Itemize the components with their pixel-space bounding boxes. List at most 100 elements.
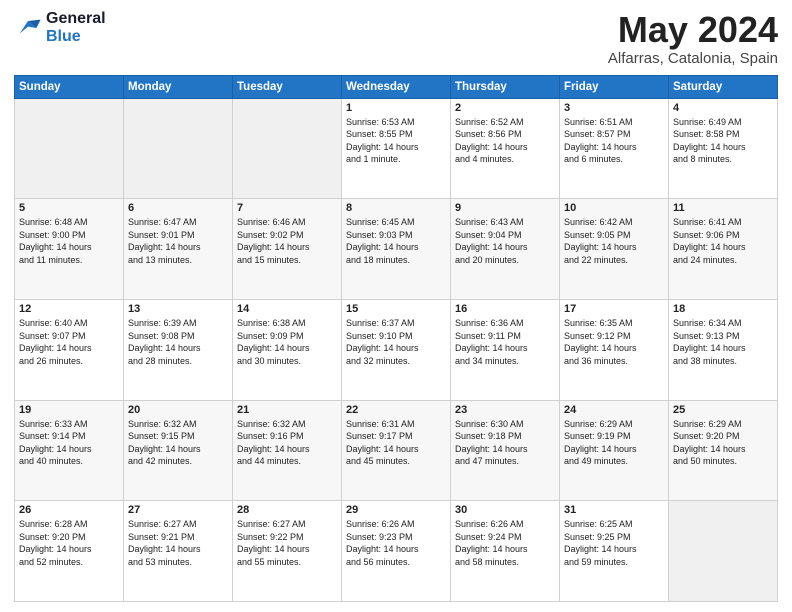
day-number: 21 <box>237 404 337 416</box>
day-info: Sunrise: 6:38 AM Sunset: 9:09 PM Dayligh… <box>237 317 337 367</box>
day-cell: 8 Sunrise: 6:45 AM Sunset: 9:03 PM Daylig… <box>342 199 451 300</box>
day-header-sunday: Sunday <box>15 75 124 98</box>
day-info: Sunrise: 6:32 AM Sunset: 9:15 PM Dayligh… <box>128 418 228 468</box>
day-info: Sunrise: 6:27 AM Sunset: 9:21 PM Dayligh… <box>128 518 228 568</box>
day-cell: 9Sunrise: 6:43 AM Sunset: 9:04 PM Daylig… <box>451 199 560 300</box>
month-title: May 2024 <box>608 10 778 50</box>
logo-text: General Blue <box>46 10 106 45</box>
day-number: 23 <box>455 404 555 416</box>
day-cell: 16Sunrise: 6:36 AM Sunset: 9:11 PM Dayli… <box>451 299 560 400</box>
day-number: 10 <box>564 202 664 214</box>
day-cell: 12 Sunrise: 6:40 AM Sunset: 9:07 PM Dayli… <box>15 299 124 400</box>
day-cell: 24Sunrise: 6:29 AM Sunset: 9:19 PM Dayli… <box>560 400 669 501</box>
day-info: Sunrise: 6:33 AM Sunset: 9:14 PM Dayligh… <box>19 418 119 468</box>
day-number: 19 <box>19 404 119 416</box>
day-info: Sunrise: 6:26 AM Sunset: 9:24 PM Dayligh… <box>455 518 555 568</box>
day-number: 12 <box>19 303 119 315</box>
day-info: Sunrise: 6:26 AM Sunset: 9:23 PM Dayligh… <box>346 518 446 568</box>
day-info: Sunrise: 6:29 AM Sunset: 9:20 PM Dayligh… <box>673 418 773 468</box>
day-header-tuesday: Tuesday <box>233 75 342 98</box>
day-number: 18 <box>673 303 773 315</box>
week-row-2: 12 Sunrise: 6:40 AM Sunset: 9:07 PM Dayli… <box>15 299 778 400</box>
day-number: 22 <box>346 404 446 416</box>
day-header-monday: Monday <box>124 75 233 98</box>
header: General Blue May 2024 Alfarras, Cataloni… <box>14 10 778 67</box>
day-cell: 26Sunrise: 6:28 AM Sunset: 9:20 PM Dayli… <box>15 501 124 602</box>
day-cell: 29 Sunrise: 6:26 AM Sunset: 9:23 PM Dayli… <box>342 501 451 602</box>
day-cell: 17 Sunrise: 6:35 AM Sunset: 9:12 PM Dayli… <box>560 299 669 400</box>
day-number: 28 <box>237 504 337 516</box>
day-cell: 5 Sunrise: 6:48 AM Sunset: 9:00 PM Daylig… <box>15 199 124 300</box>
day-info: Sunrise: 6:28 AM Sunset: 9:20 PM Dayligh… <box>19 518 119 568</box>
day-cell <box>124 98 233 199</box>
logo: General Blue <box>14 10 106 45</box>
day-number: 13 <box>128 303 228 315</box>
day-cell: 31 Sunrise: 6:25 AM Sunset: 9:25 PM Dayli… <box>560 501 669 602</box>
day-info: Sunrise: 6:31 AM Sunset: 9:17 PM Dayligh… <box>346 418 446 468</box>
day-cell: 22 Sunrise: 6:31 AM Sunset: 9:17 PM Dayli… <box>342 400 451 501</box>
day-info: Sunrise: 6:29 AM Sunset: 9:19 PM Dayligh… <box>564 418 664 468</box>
day-number: 15 <box>346 303 446 315</box>
day-info: Sunrise: 6:39 AM Sunset: 9:08 PM Dayligh… <box>128 317 228 367</box>
day-header-friday: Friday <box>560 75 669 98</box>
day-info: Sunrise: 6:30 AM Sunset: 9:18 PM Dayligh… <box>455 418 555 468</box>
day-cell: 13 Sunrise: 6:39 AM Sunset: 9:08 PM Dayli… <box>124 299 233 400</box>
day-cell: 18Sunrise: 6:34 AM Sunset: 9:13 PM Dayli… <box>669 299 778 400</box>
page: General Blue May 2024 Alfarras, Cataloni… <box>0 0 792 612</box>
day-info: Sunrise: 6:36 AM Sunset: 9:11 PM Dayligh… <box>455 317 555 367</box>
location: Alfarras, Catalonia, Spain <box>608 50 778 67</box>
day-number: 17 <box>564 303 664 315</box>
logo-icon <box>14 14 42 42</box>
day-number: 25 <box>673 404 773 416</box>
day-number: 31 <box>564 504 664 516</box>
day-header-saturday: Saturday <box>669 75 778 98</box>
week-row-0: 1 Sunrise: 6:53 AM Sunset: 8:55 PM Daylig… <box>15 98 778 199</box>
day-cell: 19 Sunrise: 6:33 AM Sunset: 9:14 PM Dayli… <box>15 400 124 501</box>
day-cell: 6Sunrise: 6:47 AM Sunset: 9:01 PM Daylig… <box>124 199 233 300</box>
day-number: 27 <box>128 504 228 516</box>
day-header-thursday: Thursday <box>451 75 560 98</box>
day-cell: 28Sunrise: 6:27 AM Sunset: 9:22 PM Dayli… <box>233 501 342 602</box>
day-number: 9 <box>455 202 555 214</box>
day-info: Sunrise: 6:42 AM Sunset: 9:05 PM Dayligh… <box>564 216 664 266</box>
day-info: Sunrise: 6:47 AM Sunset: 9:01 PM Dayligh… <box>128 216 228 266</box>
week-row-3: 19 Sunrise: 6:33 AM Sunset: 9:14 PM Dayli… <box>15 400 778 501</box>
day-number: 11 <box>673 202 773 214</box>
day-cell: 14Sunrise: 6:38 AM Sunset: 9:09 PM Dayli… <box>233 299 342 400</box>
day-info: Sunrise: 6:41 AM Sunset: 9:06 PM Dayligh… <box>673 216 773 266</box>
day-info: Sunrise: 6:32 AM Sunset: 9:16 PM Dayligh… <box>237 418 337 468</box>
day-number: 1 <box>346 102 446 114</box>
day-info: Sunrise: 6:52 AM Sunset: 8:56 PM Dayligh… <box>455 116 555 166</box>
day-cell: 7Sunrise: 6:46 AM Sunset: 9:02 PM Daylig… <box>233 199 342 300</box>
day-info: Sunrise: 6:25 AM Sunset: 9:25 PM Dayligh… <box>564 518 664 568</box>
day-info: Sunrise: 6:45 AM Sunset: 9:03 PM Dayligh… <box>346 216 446 266</box>
day-number: 4 <box>673 102 773 114</box>
day-number: 8 <box>346 202 446 214</box>
day-number: 7 <box>237 202 337 214</box>
day-info: Sunrise: 6:35 AM Sunset: 9:12 PM Dayligh… <box>564 317 664 367</box>
day-cell: 2 Sunrise: 6:52 AM Sunset: 8:56 PM Daylig… <box>451 98 560 199</box>
day-number: 20 <box>128 404 228 416</box>
calendar-header: SundayMondayTuesdayWednesdayThursdayFrid… <box>15 75 778 98</box>
calendar-table: SundayMondayTuesdayWednesdayThursdayFrid… <box>14 75 778 602</box>
day-cell: 25 Sunrise: 6:29 AM Sunset: 9:20 PM Dayli… <box>669 400 778 501</box>
day-cell: 1 Sunrise: 6:53 AM Sunset: 8:55 PM Daylig… <box>342 98 451 199</box>
day-cell: 21 Sunrise: 6:32 AM Sunset: 9:16 PM Dayli… <box>233 400 342 501</box>
day-cell: 4Sunrise: 6:49 AM Sunset: 8:58 PM Daylig… <box>669 98 778 199</box>
day-cell: 3 Sunrise: 6:51 AM Sunset: 8:57 PM Daylig… <box>560 98 669 199</box>
day-cell <box>15 98 124 199</box>
day-info: Sunrise: 6:51 AM Sunset: 8:57 PM Dayligh… <box>564 116 664 166</box>
day-number: 2 <box>455 102 555 114</box>
day-number: 5 <box>19 202 119 214</box>
day-number: 3 <box>564 102 664 114</box>
day-info: Sunrise: 6:40 AM Sunset: 9:07 PM Dayligh… <box>19 317 119 367</box>
day-header-wednesday: Wednesday <box>342 75 451 98</box>
day-info: Sunrise: 6:37 AM Sunset: 9:10 PM Dayligh… <box>346 317 446 367</box>
day-cell: 30Sunrise: 6:26 AM Sunset: 9:24 PM Dayli… <box>451 501 560 602</box>
day-info: Sunrise: 6:48 AM Sunset: 9:00 PM Dayligh… <box>19 216 119 266</box>
day-info: Sunrise: 6:53 AM Sunset: 8:55 PM Dayligh… <box>346 116 446 166</box>
week-row-4: 26Sunrise: 6:28 AM Sunset: 9:20 PM Dayli… <box>15 501 778 602</box>
day-number: 29 <box>346 504 446 516</box>
day-cell: 11 Sunrise: 6:41 AM Sunset: 9:06 PM Dayli… <box>669 199 778 300</box>
day-cell: 10 Sunrise: 6:42 AM Sunset: 9:05 PM Dayli… <box>560 199 669 300</box>
